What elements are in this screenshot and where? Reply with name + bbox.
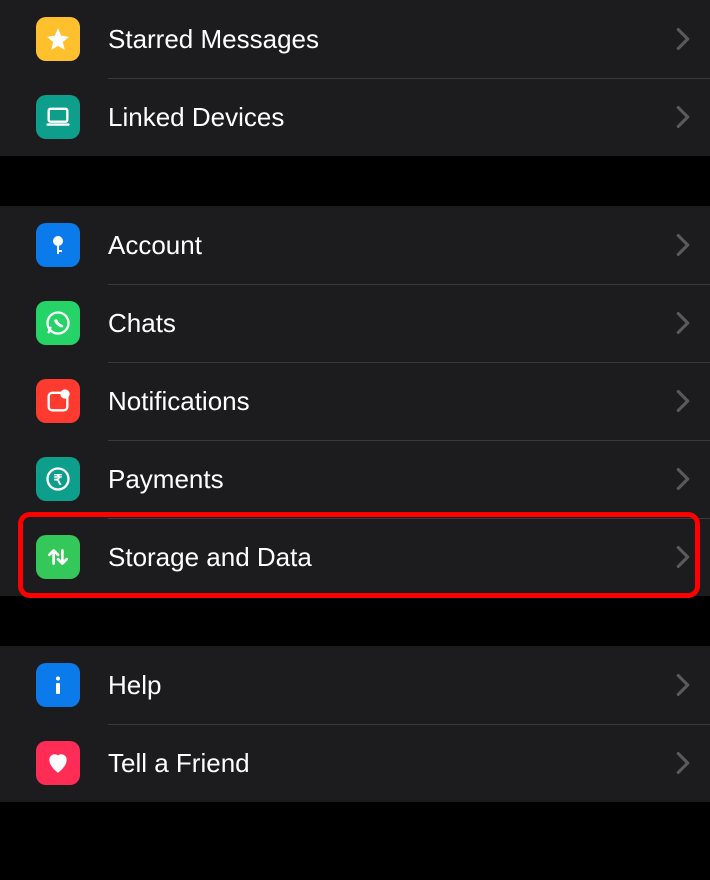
rupee-icon: ₹ (36, 457, 80, 501)
chevron-right-icon (676, 546, 690, 568)
row-label: Help (108, 670, 676, 701)
row-label: Chats (108, 308, 676, 339)
row-notifications[interactable]: Notifications (0, 362, 710, 440)
row-starred-messages[interactable]: Starred Messages (0, 0, 710, 78)
row-chats[interactable]: Chats (0, 284, 710, 362)
row-label: Starred Messages (108, 24, 676, 55)
chevron-right-icon (676, 312, 690, 334)
chevron-right-icon (676, 28, 690, 50)
chevron-right-icon (676, 752, 690, 774)
row-tell-a-friend[interactable]: Tell a Friend (0, 724, 710, 802)
row-storage-and-data[interactable]: Storage and Data (0, 518, 710, 596)
row-label: Account (108, 230, 676, 261)
svg-text:₹: ₹ (54, 471, 63, 487)
settings-section-3: Help Tell a Friend (0, 646, 710, 802)
row-linked-devices[interactable]: Linked Devices (0, 78, 710, 156)
chevron-right-icon (676, 234, 690, 256)
row-label: Notifications (108, 386, 676, 417)
chevron-right-icon (676, 390, 690, 412)
row-label: Storage and Data (108, 542, 676, 573)
row-help[interactable]: Help (0, 646, 710, 724)
star-icon (36, 17, 80, 61)
settings-section-1: Starred Messages Linked Devices (0, 0, 710, 156)
chevron-right-icon (676, 674, 690, 696)
info-icon (36, 663, 80, 707)
settings-section-2: Account Chats Notifications ₹ Payments (0, 206, 710, 596)
key-icon (36, 223, 80, 267)
row-label: Payments (108, 464, 676, 495)
heart-icon (36, 741, 80, 785)
row-account[interactable]: Account (0, 206, 710, 284)
row-payments[interactable]: ₹ Payments (0, 440, 710, 518)
notification-badge-icon (36, 379, 80, 423)
arrows-up-down-icon (36, 535, 80, 579)
whatsapp-icon (36, 301, 80, 345)
chevron-right-icon (676, 106, 690, 128)
row-label: Tell a Friend (108, 748, 676, 779)
chevron-right-icon (676, 468, 690, 490)
laptop-icon (36, 95, 80, 139)
row-label: Linked Devices (108, 102, 676, 133)
